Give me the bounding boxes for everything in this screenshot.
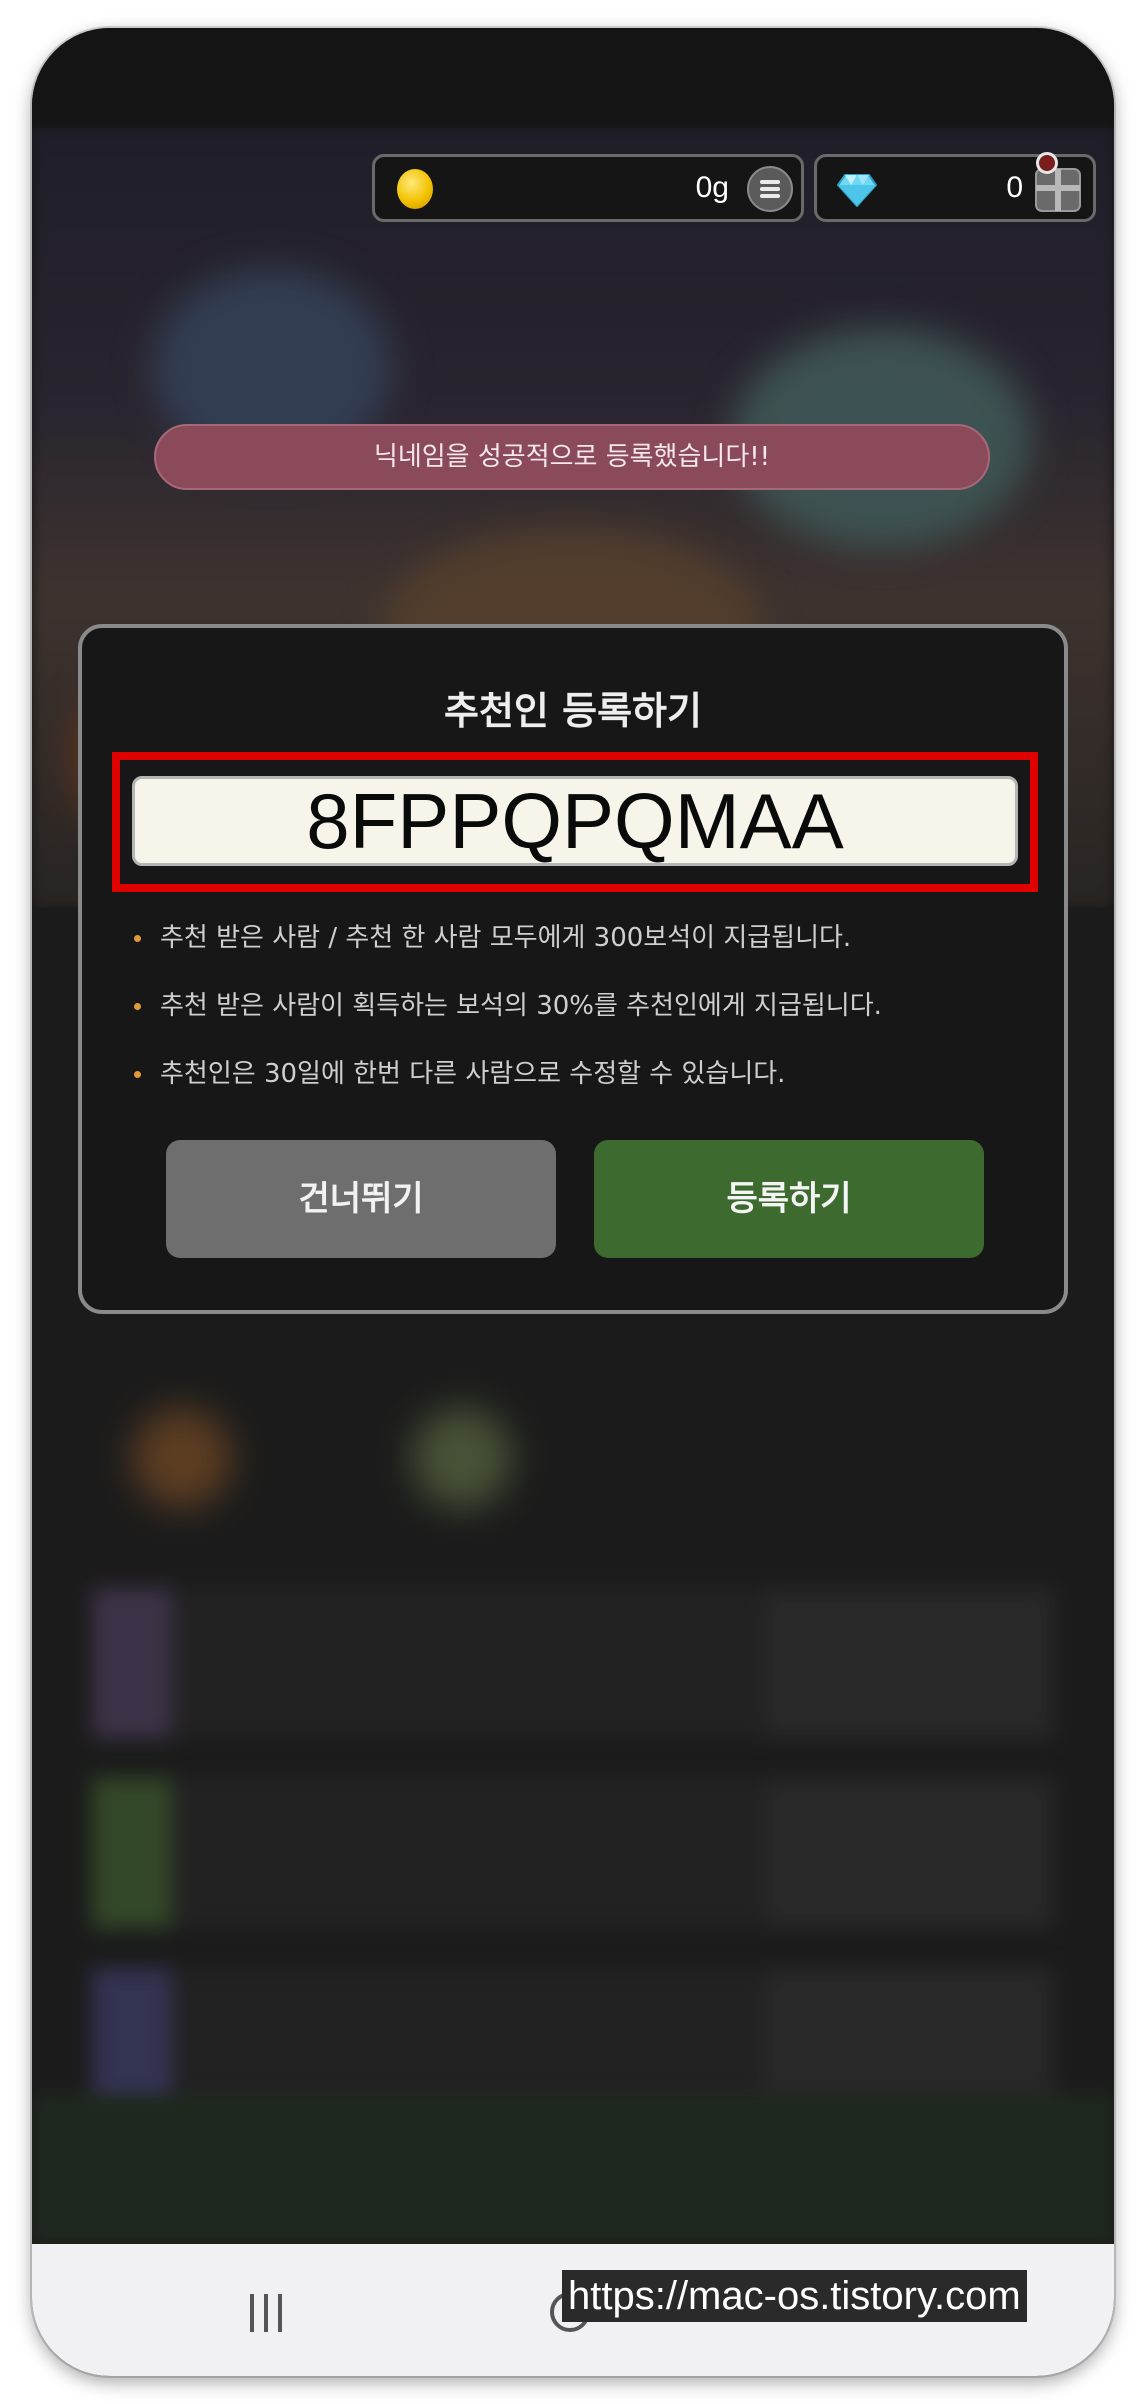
info-item: 추천 받은 사람 / 추천 한 사람 모두에게 300보석이 지급됩니다.: [134, 904, 1034, 972]
modal-title: 추천인 등록하기: [444, 689, 702, 733]
phone-frame: 0g 0 닉네임을 성공적으로 등록했습니다!! 추천인 등록하기 추천 받: [32, 28, 1114, 2376]
recent-apps-icon[interactable]: [250, 2294, 294, 2332]
info-item: 추천인은 30일에 한번 다른 사람으로 수정할 수 있습니다.: [134, 1040, 1034, 1108]
watermark: https://mac-os.tistory.com: [562, 2270, 1027, 2322]
gold-counter: 0g: [372, 154, 804, 222]
info-item: 추천 받은 사람이 획득하는 보석의 30%를 추천인에게 지급됩니다.: [134, 972, 1034, 1040]
register-button[interactable]: 등록하기: [594, 1140, 984, 1258]
referral-code-input[interactable]: [132, 776, 1018, 866]
menu-icon[interactable]: [747, 166, 793, 212]
info-list: 추천 받은 사람 / 추천 한 사람 모두에게 300보석이 지급됩니다. 추천…: [134, 904, 1034, 1108]
bullet-icon: [134, 935, 141, 942]
skip-button[interactable]: 건너뛰기: [166, 1140, 556, 1258]
referral-modal: 추천인 등록하기 추천 받은 사람 / 추천 한 사람 모두에게 300보석이 …: [78, 624, 1068, 1314]
bullet-icon: [134, 1071, 141, 1078]
gold-coin-icon: [397, 169, 433, 209]
gold-amount: 0g: [695, 171, 729, 204]
bullet-icon: [134, 1003, 141, 1010]
toast-message: 닉네임을 성공적으로 등록했습니다!!: [154, 424, 990, 490]
notification-badge: [1036, 152, 1058, 174]
diamond-icon: [837, 174, 877, 207]
gem-amount: 0: [1006, 171, 1023, 204]
